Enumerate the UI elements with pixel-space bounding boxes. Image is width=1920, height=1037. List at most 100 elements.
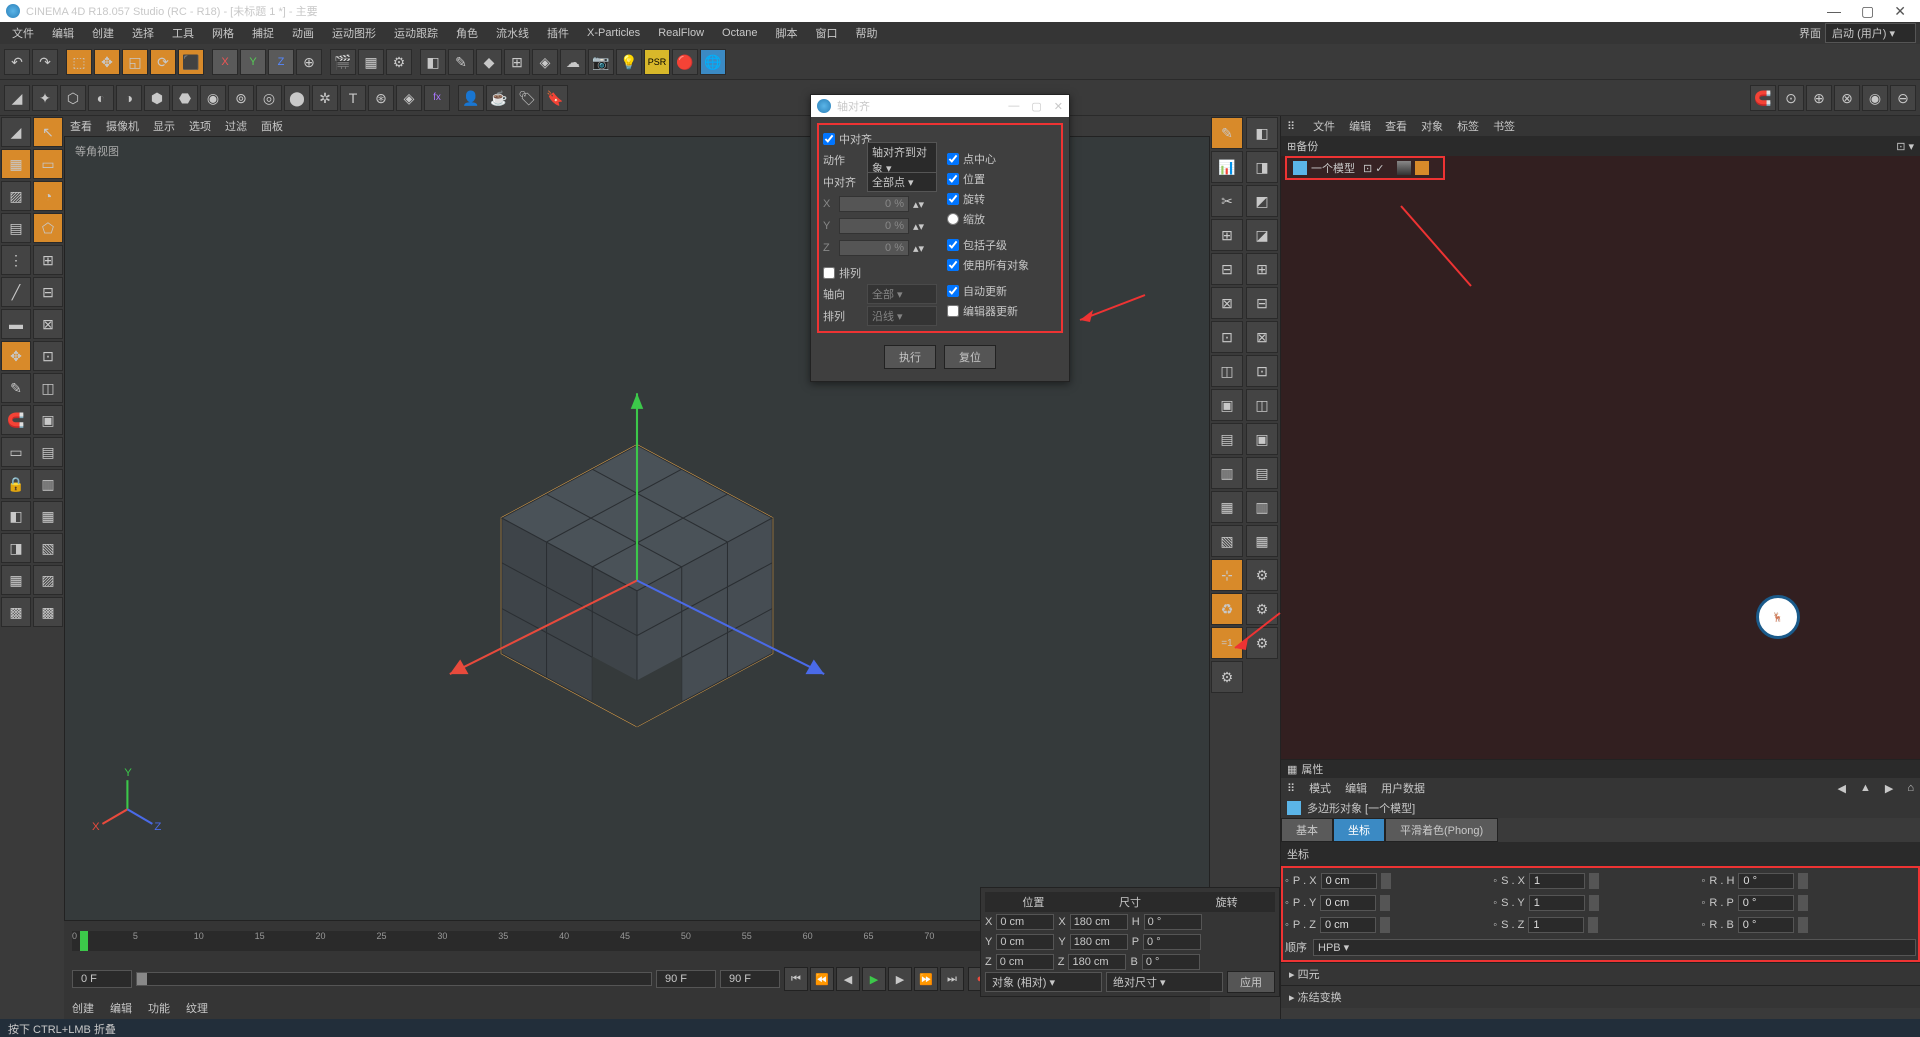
close-button[interactable]: ✕ xyxy=(1894,3,1906,20)
render-view[interactable]: 🎬 xyxy=(330,49,356,75)
undo-button[interactable]: ↶ xyxy=(4,49,30,75)
generator-nurbs[interactable]: ◆ xyxy=(476,49,502,75)
rtool2-3[interactable]: ◩ xyxy=(1246,185,1278,217)
lock-toggle[interactable]: 🔒 xyxy=(1,469,31,499)
rtool-g[interactable]: ▤ xyxy=(1211,423,1243,455)
maximize-button[interactable]: ▢ xyxy=(1861,3,1874,20)
dialog-minimize[interactable]: — xyxy=(1008,100,1019,113)
rtool2-10[interactable]: ▣ xyxy=(1246,423,1278,455)
tool2-2[interactable]: ✦ xyxy=(32,85,58,111)
attr-pz[interactable] xyxy=(1320,917,1376,933)
snap-5[interactable]: ◉ xyxy=(1862,85,1888,111)
extra-2[interactable]: ◨ xyxy=(1,533,31,563)
minimize-button[interactable]: — xyxy=(1827,3,1841,20)
object-manager[interactable]: 一个模型 ⊡ ✓ xyxy=(1281,156,1920,759)
spinner[interactable] xyxy=(1589,873,1599,889)
spinner[interactable] xyxy=(1380,917,1390,933)
move-tool[interactable]: ✥ xyxy=(94,49,120,75)
attr-menu-mode[interactable]: 模式 xyxy=(1309,780,1331,796)
live-select[interactable]: ↖ xyxy=(33,117,63,147)
rtool-j[interactable]: ▧ xyxy=(1211,525,1243,557)
coord-sx[interactable] xyxy=(1070,914,1128,930)
deformer[interactable]: ◈ xyxy=(532,49,558,75)
attr-order-dropdown[interactable]: HPB ▾ xyxy=(1313,939,1916,956)
redo-button[interactable]: ↷ xyxy=(32,49,58,75)
extra-4[interactable]: ▩ xyxy=(1,597,31,627)
spinner[interactable] xyxy=(1380,895,1390,911)
goto-start[interactable]: ⏮ xyxy=(784,967,808,991)
menu-edit[interactable]: 编辑 xyxy=(44,23,82,43)
workplane-mode[interactable]: ▤ xyxy=(1,213,31,243)
point-mode[interactable]: ⋮ xyxy=(1,245,31,275)
rtool2-15[interactable]: ⚙ xyxy=(1246,593,1278,625)
attr-rb[interactable] xyxy=(1738,917,1794,933)
vp-menu-view[interactable]: 查看 xyxy=(70,118,92,134)
extra-b3[interactable]: ⊠ xyxy=(33,309,63,339)
tool2-fx[interactable]: fx xyxy=(424,85,450,111)
environment[interactable]: ☁ xyxy=(560,49,586,75)
rtool-chart[interactable]: 📊 xyxy=(1211,151,1243,183)
rect-select[interactable]: ▭ xyxy=(33,149,63,179)
chk-point-center[interactable] xyxy=(947,153,959,165)
coord-rp[interactable] xyxy=(1143,934,1201,950)
chk-position[interactable] xyxy=(947,173,959,185)
tool2-3[interactable]: ⬡ xyxy=(60,85,86,111)
snap-toggle[interactable]: 🧲 xyxy=(1,405,31,435)
coord-sz[interactable] xyxy=(1068,954,1126,970)
coord-mode-dropdown[interactable]: 对象 (相对) ▾ xyxy=(985,972,1102,992)
timeline-start-field[interactable]: 0 F xyxy=(72,970,132,988)
menu-pipeline[interactable]: 流水线 xyxy=(488,23,537,43)
rtool-brush[interactable]: ✎ xyxy=(1211,117,1243,149)
menu-mograph[interactable]: 运动图形 xyxy=(324,23,384,43)
coord-size-dropdown[interactable]: 绝对尺寸 ▾ xyxy=(1106,972,1223,992)
rtool2-5[interactable]: ⊞ xyxy=(1246,253,1278,285)
phong-tag-icon[interactable] xyxy=(1397,161,1411,175)
psr-reset[interactable]: PSR xyxy=(644,49,670,75)
coord-sy[interactable] xyxy=(1070,934,1128,950)
om-menu-object[interactable]: 对象 xyxy=(1421,118,1443,134)
om-menu-file[interactable]: 文件 xyxy=(1313,118,1335,134)
axis-y-field[interactable] xyxy=(839,218,909,234)
attr-nav-up[interactable]: ▲ xyxy=(1860,782,1871,794)
menu-select[interactable]: 选择 xyxy=(124,23,162,43)
snap-3[interactable]: ⊕ xyxy=(1806,85,1832,111)
menu-motiontrack[interactable]: 运动跟踪 xyxy=(386,23,446,43)
coord-apply-button[interactable]: 应用 xyxy=(1227,971,1275,993)
extra-b10[interactable]: ▧ xyxy=(33,533,63,563)
coord-pz[interactable] xyxy=(996,954,1054,970)
attr-nav-back[interactable]: ◀ xyxy=(1838,782,1846,795)
tool2-12[interactable]: ✲ xyxy=(312,85,338,111)
menu-snap[interactable]: 捕捉 xyxy=(244,23,282,43)
rtool2-14[interactable]: ⚙ xyxy=(1246,559,1278,591)
spinner[interactable] xyxy=(1381,873,1391,889)
reset-button[interactable]: 复位 xyxy=(944,345,996,369)
extra-b1[interactable]: ⊞ xyxy=(33,245,63,275)
tool2-8[interactable]: ◉ xyxy=(200,85,226,111)
poly-mode[interactable]: ▬ xyxy=(1,309,31,339)
rtool2-13[interactable]: ▦ xyxy=(1246,525,1278,557)
spline-pen[interactable]: ✎ xyxy=(448,49,474,75)
om-menu-bookmarks[interactable]: 书签 xyxy=(1493,118,1515,134)
spinner[interactable] xyxy=(1798,895,1808,911)
layout-dropdown[interactable]: 启动 (用户) ▾ xyxy=(1825,23,1916,43)
rtool2-11[interactable]: ▤ xyxy=(1246,457,1278,489)
align-dropdown[interactable]: 全部点 ▾ xyxy=(867,172,937,192)
rtool-e[interactable]: ◫ xyxy=(1211,355,1243,387)
edge-mode[interactable]: ╱ xyxy=(1,277,31,307)
arrange-axis-dropdown[interactable]: 全部 ▾ xyxy=(867,284,937,304)
menu-octane[interactable]: Octane xyxy=(714,25,765,41)
attr-tab-phong[interactable]: 平滑着色(Phong) xyxy=(1385,818,1498,842)
rtool-gear[interactable]: ⚙ xyxy=(1211,661,1243,693)
attr-py[interactable] xyxy=(1320,895,1376,911)
extra-b4[interactable]: ⊡ xyxy=(33,341,63,371)
tool2-6[interactable]: ⬢ xyxy=(144,85,170,111)
tag-2-icon[interactable] xyxy=(1415,161,1429,175)
timeline-playhead[interactable] xyxy=(80,931,88,951)
dialog-maximize[interactable]: ▢ xyxy=(1031,100,1041,113)
workplane[interactable]: ▭ xyxy=(1,437,31,467)
rtool-knife[interactable]: ✂ xyxy=(1211,185,1243,217)
menu-script[interactable]: 脚本 xyxy=(768,23,806,43)
vp-menu-camera[interactable]: 摄像机 xyxy=(106,118,139,134)
tool2-cloner[interactable]: ⊛ xyxy=(368,85,394,111)
snap-1[interactable]: 🧲 xyxy=(1750,85,1776,111)
